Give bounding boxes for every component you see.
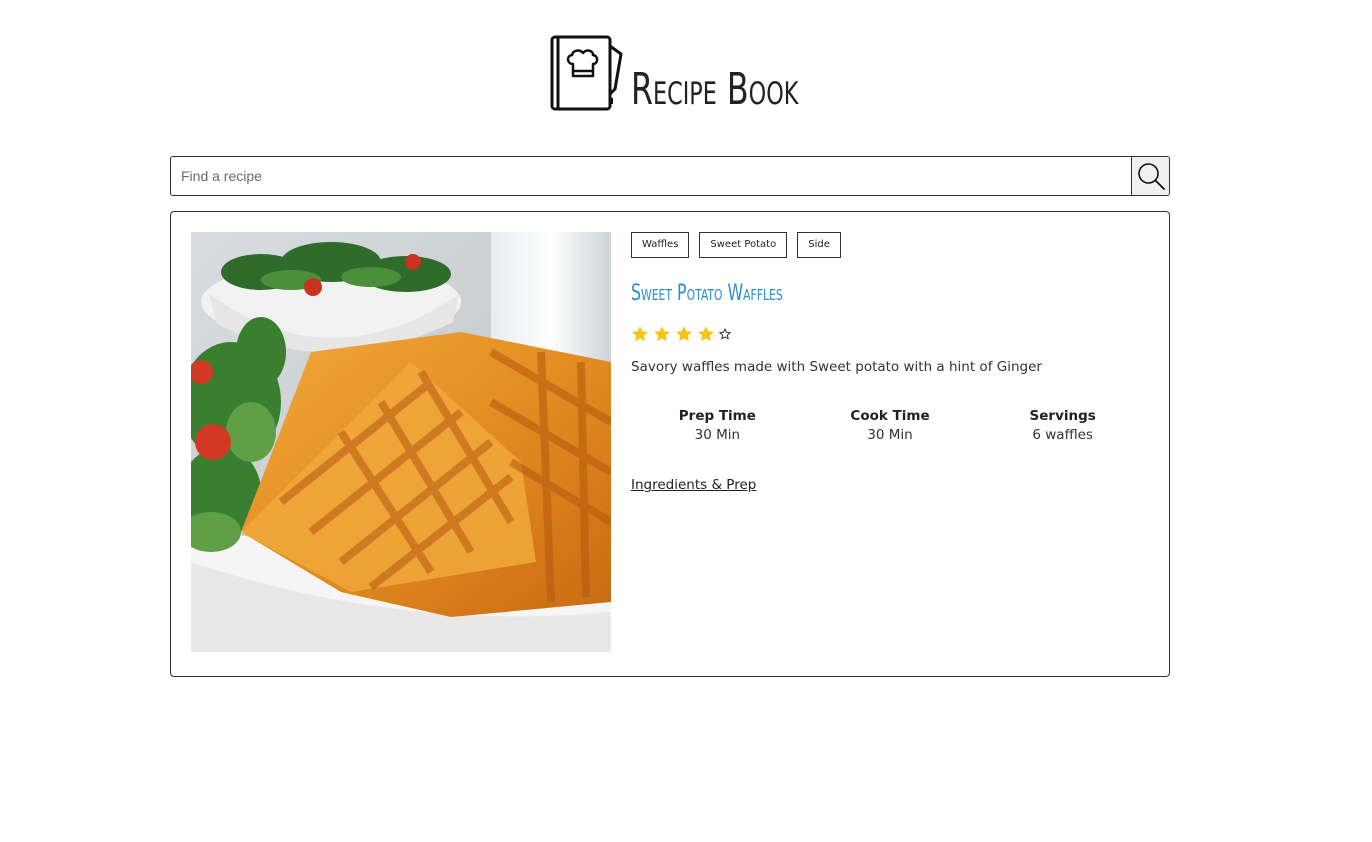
stat-cook-time: Cook Time 30 Min (804, 407, 977, 445)
stat-value: 30 Min (867, 427, 913, 443)
tag-waffles[interactable]: Waffles (631, 232, 690, 258)
recipe-stats: Prep Time 30 Min Cook Time 30 Min Servin… (631, 407, 1149, 445)
cookbook-chef-hat-icon (550, 35, 623, 111)
star-filled-icon (676, 326, 692, 342)
stat-label: Prep Time (678, 408, 756, 424)
star-rating (631, 325, 1149, 343)
search-input[interactable] (171, 157, 1131, 195)
stat-servings: Servings 6 waffles (976, 407, 1149, 445)
ingredients-prep-link[interactable]: Ingredients & Prep (631, 477, 756, 493)
stat-label: Cook Time (850, 408, 930, 424)
stat-value: 6 waffles (1032, 427, 1093, 443)
recipe-image[interactable] (191, 232, 611, 652)
stat-prep-time: Prep Time 30 Min (631, 407, 804, 445)
star-filled-icon (654, 326, 670, 342)
star-empty-icon (719, 328, 731, 340)
stat-label: Servings (1029, 408, 1096, 424)
brand-logo[interactable]: Recipe Book (549, 32, 864, 112)
recipe-card: Waffles Sweet Potato Side Sweet Potato W… (170, 211, 1170, 677)
search-button[interactable] (1131, 157, 1169, 195)
sweet-potato-waffles-photo (191, 232, 611, 652)
tag-list: Waffles Sweet Potato Side (631, 232, 1149, 258)
recipe-title[interactable]: Sweet Potato Waffles (631, 281, 1004, 307)
search-icon (1137, 163, 1165, 190)
tag-side[interactable]: Side (797, 232, 841, 258)
brand-name: Recipe Book (631, 64, 799, 115)
star-filled-icon (632, 326, 648, 342)
recipe-details: Waffles Sweet Potato Side Sweet Potato W… (631, 232, 1149, 493)
tag-sweet-potato[interactable]: Sweet Potato (699, 232, 788, 258)
recipe-description: Savory waffles made with Sweet potato wi… (631, 359, 1042, 375)
stat-value: 30 Min (694, 427, 741, 443)
star-filled-icon (698, 326, 714, 342)
search-bar (170, 156, 1170, 196)
